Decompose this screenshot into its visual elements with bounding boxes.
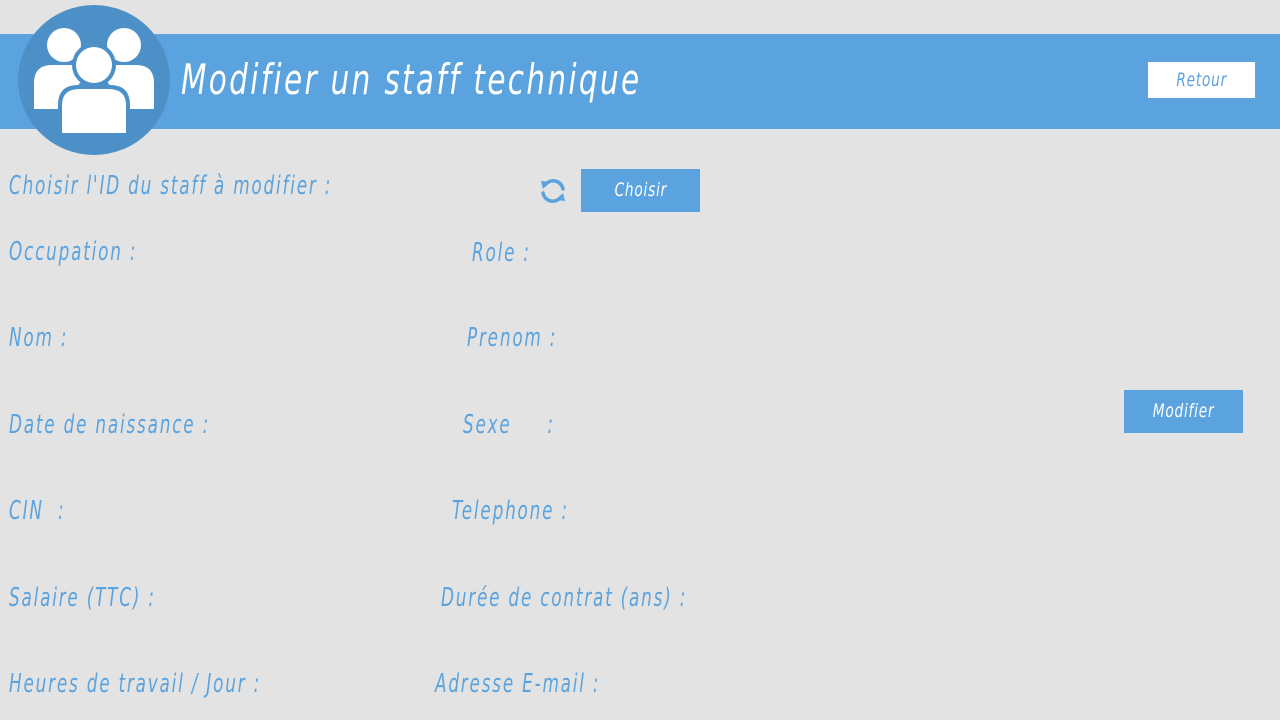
occupation-label: Occupation : bbox=[9, 237, 138, 267]
date-naissance-label: Date de naissance : bbox=[9, 410, 211, 440]
role-label: Role : bbox=[472, 238, 531, 268]
sexe-label: Sexe : bbox=[463, 410, 555, 440]
duree-contrat-label: Durée de contrat (ans) : bbox=[441, 583, 688, 613]
heures-travail-label: Heures de travail / Jour : bbox=[9, 669, 262, 699]
modify-button-label: Modifier bbox=[1152, 400, 1215, 422]
refresh-icon[interactable] bbox=[538, 176, 568, 206]
email-label: Adresse E-mail : bbox=[435, 669, 601, 699]
select-id-label: Choisir l'ID du staff à modifier : bbox=[9, 171, 333, 201]
back-button[interactable]: Retour bbox=[1148, 62, 1255, 98]
prenom-label: Prenom : bbox=[467, 323, 558, 353]
page-title: Modifier un staff technique bbox=[181, 55, 642, 104]
choose-button-label: Choisir bbox=[614, 179, 667, 201]
modify-button[interactable]: Modifier bbox=[1124, 390, 1243, 433]
nom-label: Nom : bbox=[9, 323, 69, 353]
cin-label: CIN : bbox=[9, 496, 66, 526]
back-button-label: Retour bbox=[1176, 69, 1227, 91]
choose-button[interactable]: Choisir bbox=[581, 169, 700, 212]
telephone-label: Telephone : bbox=[452, 496, 569, 526]
users-group-icon bbox=[18, 5, 170, 155]
salaire-label: Salaire (TTC) : bbox=[9, 583, 156, 613]
